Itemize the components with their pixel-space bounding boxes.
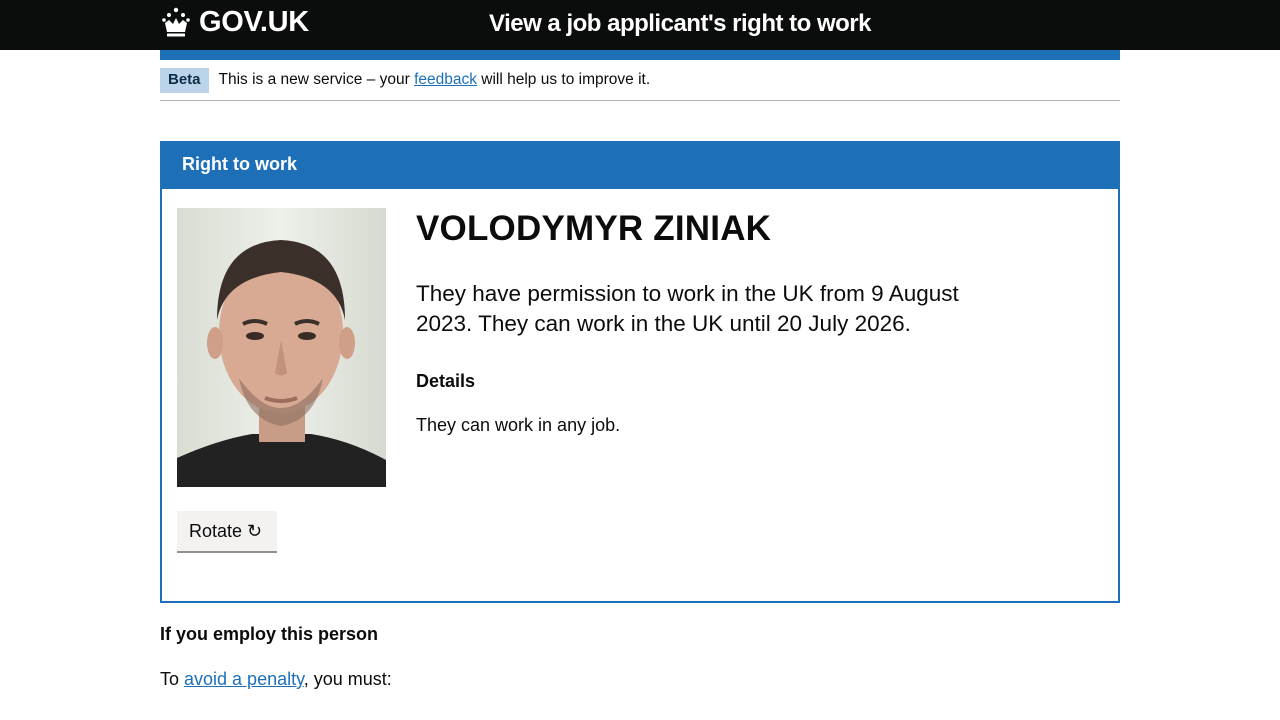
logo-text: GOV.UK [199, 6, 309, 38]
crown-icon [162, 7, 190, 36]
employ-text-after: , you must: [303, 669, 392, 689]
applicant-name: VOLODYMYR ZINIAK [416, 209, 772, 248]
phase-text-after: will help us to improve it. [476, 71, 651, 88]
panel-title: Right to work [162, 143, 1118, 189]
work-permission-text: They have permission to work in the UK f… [416, 281, 959, 336]
right-to-work-panel: Right to work Rotate ↻ VOLODYMYR ZINIAK … [160, 141, 1120, 603]
phase-banner: Beta This is a new service – your feedba… [160, 68, 1120, 101]
employ-heading: If you employ this person [160, 624, 379, 644]
site-header: GOV.UK View a job applicant's right to w… [0, 0, 1280, 50]
applicant-photo [177, 208, 386, 487]
govuk-logo-link[interactable]: GOV.UK [160, 6, 309, 39]
feedback-link[interactable]: feedback [414, 71, 477, 88]
phase-text-before: This is a new service – your [218, 71, 415, 88]
details-text: They can work in any job. [416, 415, 621, 435]
service-name-link[interactable]: View a job applicant's right to work [320, 10, 1040, 38]
phase-tag: Beta [160, 68, 209, 93]
employ-text: To avoid a penalty, you must: [160, 669, 392, 690]
rotate-button[interactable]: Rotate ↻ [177, 511, 277, 551]
phase-banner-text: This is a new service – your feedback wi… [219, 68, 651, 92]
employ-text-before: To [160, 669, 185, 689]
details-heading: Details [416, 371, 476, 391]
header-blue-bar [160, 50, 1120, 60]
avoid-penalty-link[interactable]: avoid a penalty [184, 669, 304, 689]
